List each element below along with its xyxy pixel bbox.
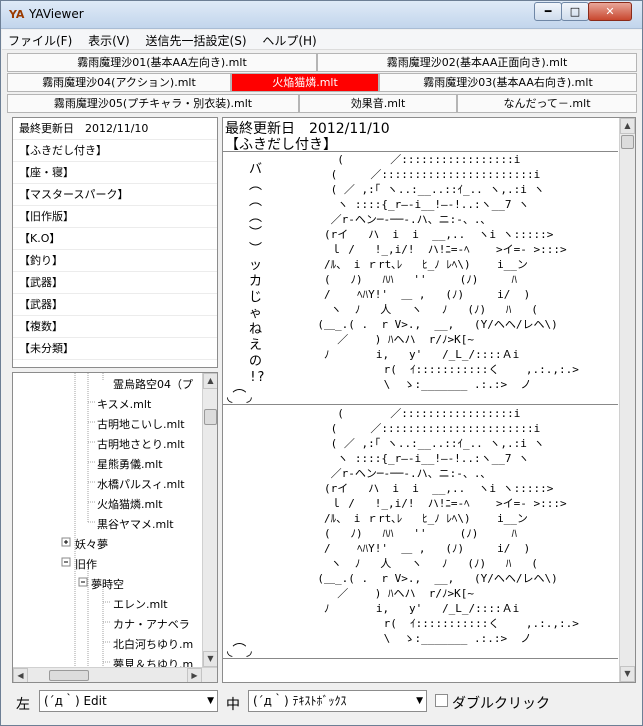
divider xyxy=(223,658,618,659)
scroll-thumb-horizontal[interactable] xyxy=(49,670,89,681)
app-icon: YA xyxy=(9,8,25,21)
category-list: 最終更新日 2012/11/10 【ふきだし付き】 【座・寝】 【マスタースパー… xyxy=(12,117,218,368)
tree-folder[interactable]: 夢時空 xyxy=(91,576,124,592)
tree-folder[interactable]: 旧作 xyxy=(75,556,97,572)
tab-row-1: 霧雨魔理沙01(基本AA左向き).mlt 霧雨魔理沙02(基本AA正面向き).m… xyxy=(7,53,637,72)
minimize-button[interactable]: ━ xyxy=(534,2,562,21)
tree-item[interactable]: カナ・アナベラ xyxy=(113,616,190,632)
category-item[interactable]: 【K.O】 xyxy=(13,228,217,250)
tree-item[interactable]: 古明地さとり.mlt xyxy=(97,436,185,452)
scroll-thumb[interactable] xyxy=(621,135,634,149)
tree-item[interactable]: 水橋パルスィ.mlt xyxy=(97,476,185,492)
category-item[interactable]: 【未分類】 xyxy=(13,338,217,360)
tree-item[interactable]: 霊烏路空04（プ xyxy=(113,376,193,392)
tab-marisa-03[interactable]: 霧雨魔理沙03(基本AA右向き).mlt xyxy=(379,73,637,92)
menu-help[interactable]: ヘルプ(H) xyxy=(256,30,322,51)
middle-click-label: 中 xyxy=(226,697,240,713)
left-click-select[interactable]: (´д｀) Edit ▼ xyxy=(39,690,218,712)
category-item[interactable]: 【座・寝】 xyxy=(13,162,217,184)
tree-item[interactable]: キスメ.mlt xyxy=(97,396,151,412)
tab-rin-active[interactable]: 火焔猫燐.mlt xyxy=(231,73,379,92)
file-tree: 霊烏路空04（プ キスメ.mlt 古明地こいし.mlt 古明地さとり.mlt 星… xyxy=(12,372,218,683)
aa-art-1[interactable]: ( ／:::::::::::::::::i ( ／:::::::::::::::… xyxy=(271,152,579,392)
maximize-button[interactable]: □ xyxy=(561,2,589,21)
main-window: YA YAViewer ━ □ ✕ ファイル(F) 表示(V) 送信先一括設定(… xyxy=(0,0,643,726)
category-item[interactable]: 【マスタースパーク】 xyxy=(13,184,217,206)
tree-item[interactable]: 黒谷ヤマメ.mlt xyxy=(97,516,174,532)
tab-marisa-05[interactable]: 霧雨魔理沙05(プチキャラ・別衣装).mlt xyxy=(7,94,299,113)
scroll-down-icon[interactable]: ▼ xyxy=(620,666,635,682)
category-item[interactable]: 【ふきだし付き】 xyxy=(13,140,217,162)
menu-file[interactable]: ファイル(F) xyxy=(2,30,78,51)
window-title: YAViewer xyxy=(29,7,84,21)
tree-horizontal-scrollbar[interactable]: ◀ ▶ xyxy=(13,667,217,682)
category-item[interactable]: 【釣り】 xyxy=(13,250,217,272)
tab-marisa-01[interactable]: 霧雨魔理沙01(基本AA左向き).mlt xyxy=(7,53,317,72)
tree-item[interactable]: 北白河ちゆり.m xyxy=(113,636,193,652)
tab-row-3: 霧雨魔理沙05(プチキャラ・別衣装).mlt 効果音.mlt なんだって－.ml… xyxy=(7,94,637,113)
tab-marisa-04[interactable]: 霧雨魔理沙04(アクション).mlt xyxy=(7,73,231,92)
middle-click-select[interactable]: (´д｀) ﾃｷｽﾄﾎﾞｯｸｽ ▼ xyxy=(248,690,427,712)
chevron-down-icon: ▼ xyxy=(416,696,423,706)
middle-click-value: (´д｀) ﾃｷｽﾄﾎﾞｯｸｽ xyxy=(253,694,347,708)
category-item[interactable]: 【複数】 xyxy=(13,316,217,338)
preview-vertical-scrollbar[interactable]: ▲ ▼ xyxy=(619,118,635,682)
tab-sound-effect[interactable]: 効果音.mlt xyxy=(299,94,457,113)
menu-send-settings[interactable]: 送信先一括設定(S) xyxy=(140,30,253,51)
menu-bar: ファイル(F) 表示(V) 送信先一括設定(S) ヘルプ(H) xyxy=(2,30,642,50)
left-click-label: 左 xyxy=(16,697,30,713)
category-item[interactable]: 最終更新日 2012/11/10 xyxy=(13,118,217,140)
menu-view[interactable]: 表示(V) xyxy=(82,30,136,51)
scroll-right-icon[interactable]: ▶ xyxy=(187,668,202,682)
category-item[interactable]: 【旧作版】 xyxy=(13,206,217,228)
tab-marisa-02[interactable]: 霧雨魔理沙02(基本AA正面向き).mlt xyxy=(317,53,637,72)
divider xyxy=(223,404,618,405)
scroll-down-icon[interactable]: ▼ xyxy=(203,651,217,667)
scroll-left-icon[interactable]: ◀ xyxy=(13,668,28,682)
speech-bubble-text: バ ︵ ︵ ︵ ︶ ︶ ッ カ じ ゃ ね え の !? xyxy=(249,162,265,385)
aa-bubble-edge: ◟⌒◞ xyxy=(227,389,252,405)
aa-preview-panel: 最終更新日 2012/11/10 【ふきだし付き】 バ ︵ ︵ ︵ ︶ ︶ ッ … xyxy=(222,117,636,683)
tree-folder[interactable]: 妖々夢 xyxy=(75,536,108,552)
title-bar[interactable]: YA YAViewer ━ □ ✕ xyxy=(1,1,642,29)
double-click-label: ダブルクリック xyxy=(452,696,550,712)
scroll-thumb[interactable] xyxy=(204,409,217,425)
close-button[interactable]: ✕ xyxy=(588,2,632,21)
tree-item[interactable]: 古明地こいし.mlt xyxy=(97,416,185,432)
aa-bubble-edge: ◟⌒◞ xyxy=(227,643,252,659)
scroll-up-icon[interactable]: ▲ xyxy=(620,118,635,134)
bottom-toolbar: 左 (´д｀) Edit ▼ 中 (´д｀) ﾃｷｽﾄﾎﾞｯｸｽ ▼ ダブルクリ… xyxy=(1,687,642,717)
left-click-value: (´д｀) Edit xyxy=(44,694,107,708)
tab-row-2: 霧雨魔理沙04(アクション).mlt 火焔猫燐.mlt 霧雨魔理沙03(基本AA… xyxy=(7,73,637,92)
chevron-down-icon: ▼ xyxy=(207,696,214,706)
tab-nandatte[interactable]: なんだって－.mlt xyxy=(457,94,637,113)
tree-item[interactable]: エレン.mlt xyxy=(113,596,168,612)
aa-art-2[interactable]: ( ／:::::::::::::::::i ( ／:::::::::::::::… xyxy=(271,406,579,646)
tree-vertical-scrollbar[interactable]: ▲ ▼ xyxy=(202,373,217,667)
category-item[interactable]: 【武器】 xyxy=(13,294,217,316)
category-item[interactable]: 【武器】 xyxy=(13,272,217,294)
tree-item[interactable]: 火焔猫燐.mlt xyxy=(97,496,163,512)
tree-item[interactable]: 星熊勇儀.mlt xyxy=(97,456,163,472)
double-click-checkbox[interactable] xyxy=(435,694,448,707)
scroll-up-icon[interactable]: ▲ xyxy=(203,373,217,389)
